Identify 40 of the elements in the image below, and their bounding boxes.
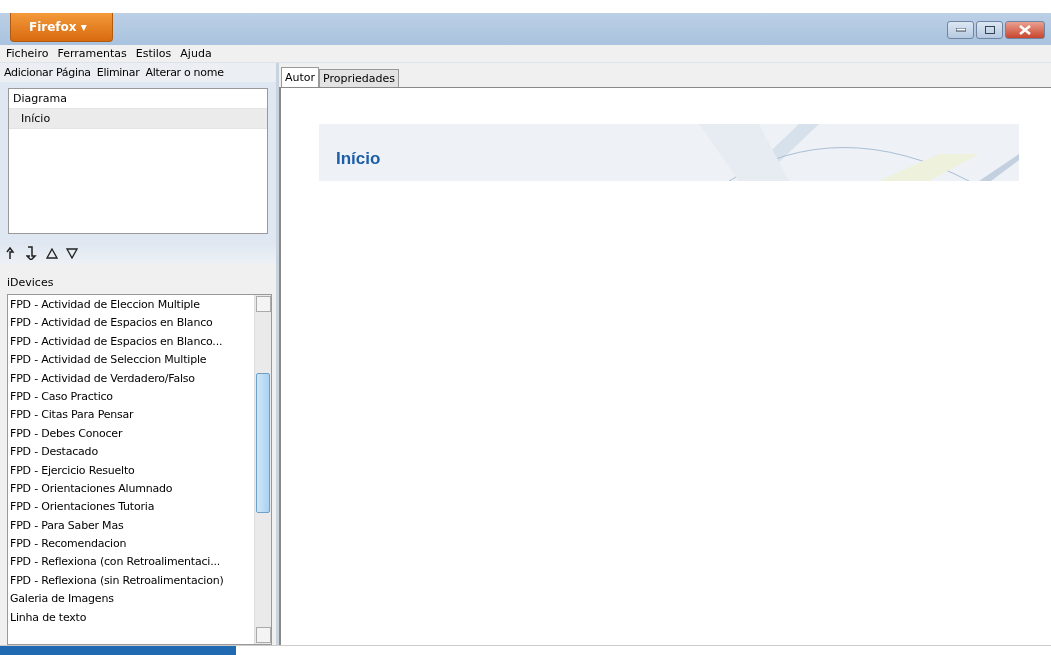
menu-item[interactable]: Ferramentas <box>57 47 127 60</box>
close-button[interactable] <box>1005 21 1045 39</box>
toolbar-button[interactable]: Eliminar <box>96 66 140 79</box>
list-item[interactable]: FPD - Destacado <box>10 443 254 462</box>
list-item[interactable]: Galeria de Imagens <box>10 590 254 609</box>
list-item[interactable]: FPD - Orientaciones Alumnado <box>10 479 254 499</box>
triangle-down-icon <box>66 247 78 259</box>
toolbar-button[interactable]: Adicionar Página <box>4 66 91 79</box>
scrollbar[interactable] <box>254 295 271 644</box>
maximize-icon <box>984 26 995 34</box>
move-button[interactable] <box>66 247 78 259</box>
list-item[interactable]: FPD - Actividad de Espacios en Blanco... <box>10 332 254 352</box>
tree-item[interactable]: Início <box>9 109 267 129</box>
move-button[interactable] <box>46 247 58 259</box>
maximize-button[interactable] <box>976 21 1003 39</box>
list-item[interactable]: FPD - Orientaciones Tutoria <box>10 498 254 517</box>
minimize-icon <box>955 28 966 32</box>
tab[interactable]: Propriedades <box>319 69 400 87</box>
list-item[interactable]: FPD - Actividad de Espacios en Blanco <box>10 314 254 333</box>
menu-item[interactable]: Ajuda <box>180 47 212 60</box>
tab[interactable]: Autor <box>281 67 320 87</box>
triangle-up-icon <box>46 247 58 259</box>
menu-item[interactable]: Ficheiro <box>6 47 49 60</box>
section-title: iDevices <box>7 276 55 289</box>
list-item[interactable]: FPD - Citas Para Pensar <box>10 406 254 425</box>
list-item[interactable]: FPD - Ejercicio Resuelto <box>10 461 254 480</box>
list-item[interactable]: FPD - Para Saber Mas <box>10 516 254 536</box>
list-item[interactable]: FPD - Actividad de Eleccion Multiple <box>10 296 254 315</box>
list-item[interactable]: FPD - Actividad de Seleccion Multiple <box>10 351 254 370</box>
toolbar-button[interactable]: Alterar o nome <box>145 66 224 79</box>
close-icon <box>1019 25 1031 35</box>
menu-item[interactable]: Estilos <box>135 47 172 60</box>
list-item[interactable]: FPD - Actividad de Verdadero/Falso <box>10 369 254 388</box>
list-item[interactable]: FPD - Recomendacion <box>10 535 254 554</box>
list-item[interactable]: FPD - Reflexiona (con Retroalimentaci... <box>10 553 254 572</box>
list-item[interactable]: FPD - Caso Practico <box>10 387 254 407</box>
list-item[interactable]: Linha de texto <box>10 608 254 628</box>
list-item[interactable]: FPD - Debes Conocer <box>10 424 254 444</box>
list-item[interactable]: FPD - Reflexiona (sin Retroalimentacion) <box>10 571 254 591</box>
page-title: Início <box>336 149 381 169</box>
